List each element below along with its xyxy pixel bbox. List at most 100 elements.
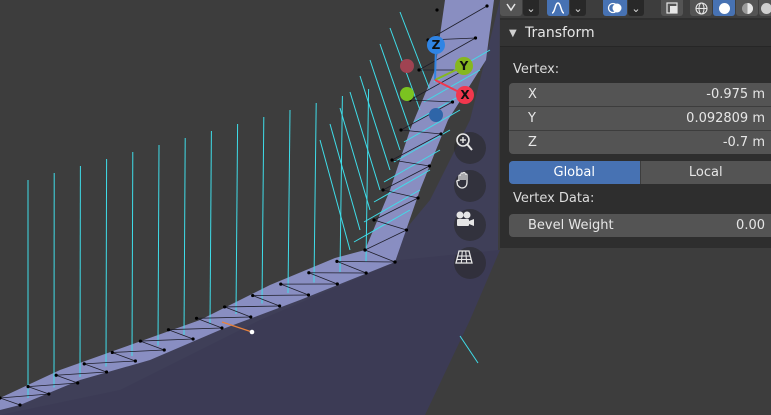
vertex-x-field[interactable]: X -0.975 m <box>509 83 771 106</box>
mesh-vertex <box>335 282 339 286</box>
mesh-vertex <box>133 359 137 363</box>
proportional-dropdown[interactable]: ⌄ <box>570 0 586 16</box>
mesh-vertex <box>364 271 368 275</box>
mesh-vertex <box>54 373 58 377</box>
transform-panel-header[interactable]: ▼ Transform <box>500 20 771 47</box>
field-label: Z <box>528 135 537 150</box>
normal-line <box>365 88 370 262</box>
field-label: Y <box>528 111 536 126</box>
normal-line <box>105 158 108 367</box>
zoom-icon <box>456 133 473 151</box>
mesh-vertex <box>18 403 22 407</box>
mesh-vertex <box>223 305 227 309</box>
rendered-shading-button[interactable] <box>759 0 771 16</box>
mesh-vertex <box>279 282 283 286</box>
field-value: -0.7 m <box>722 135 765 150</box>
chevron-down-icon: ⌄ <box>526 1 536 15</box>
normal-line <box>157 144 160 346</box>
camera-icon <box>456 211 474 226</box>
normal-line <box>339 107 371 211</box>
chevron-down-icon: ⌄ <box>631 1 641 15</box>
vertex-y-field[interactable]: Y 0.092809 m <box>509 107 771 130</box>
mesh-vertex <box>162 348 166 352</box>
active-vertex <box>249 329 255 335</box>
axis-neg-z-ball[interactable] <box>429 108 443 122</box>
axis-z-ball[interactable]: Z <box>427 36 445 54</box>
panel-title: Transform <box>525 25 595 41</box>
local-toggle[interactable]: Local <box>639 161 771 184</box>
mesh-vertex <box>417 68 421 72</box>
normal-line <box>339 95 343 273</box>
mesh-vertex <box>439 132 443 136</box>
vertex-label: Vertex: <box>513 62 560 77</box>
space-toggle: Global Local <box>509 161 771 184</box>
solid-shading-button[interactable] <box>713 0 735 16</box>
field-label: X <box>528 87 537 102</box>
solid-sphere-icon <box>718 2 730 14</box>
axis-neg-x-ball[interactable] <box>400 59 414 73</box>
mesh-vertex <box>450 100 455 104</box>
mesh-vertex <box>363 248 367 252</box>
normal-line <box>369 59 401 151</box>
mesh-vertex <box>427 164 432 168</box>
mesh-vertex <box>251 293 255 298</box>
rendered-sphere-icon <box>761 2 771 14</box>
mesh-vertex <box>110 350 114 355</box>
mesh-vertex <box>435 8 439 12</box>
mesh-vertex <box>473 36 478 40</box>
axis-x-ball[interactable]: X <box>456 86 474 104</box>
material-sphere-icon <box>741 2 753 14</box>
normal-line <box>313 102 317 283</box>
field-label: Bevel Weight <box>528 218 614 233</box>
axis-y-ball[interactable]: Y <box>455 57 473 75</box>
camera-button[interactable] <box>454 209 486 241</box>
vertex-data-label: Vertex Data: <box>513 191 595 206</box>
snap-toggle-button[interactable] <box>500 0 522 16</box>
normal-line <box>209 130 212 325</box>
mesh-vertex <box>138 339 142 343</box>
mesh-edge <box>252 294 309 296</box>
mesh-vertex <box>249 315 253 319</box>
xray-icon <box>666 2 678 14</box>
mesh-vertex <box>307 271 311 275</box>
zoom-button[interactable] <box>454 132 486 164</box>
mesh-vertex <box>381 188 385 192</box>
normal-line <box>287 109 291 294</box>
overlays-dropdown[interactable]: ⌄ <box>628 0 644 16</box>
mesh-vertex <box>335 259 339 263</box>
normal-line <box>183 137 186 336</box>
mesh-vertex <box>390 158 394 162</box>
normal-line <box>131 151 134 357</box>
normal-line <box>399 11 431 91</box>
axis-neg-y-ball[interactable] <box>400 87 414 101</box>
perspective-button[interactable] <box>454 247 486 279</box>
snap-dropdown[interactable]: ⌄ <box>523 0 539 16</box>
bevel-weight-field[interactable]: Bevel Weight 0.00 <box>509 214 771 237</box>
axis-y-label: Y <box>459 59 469 73</box>
mesh-vertex <box>194 316 199 320</box>
proportional-edit-button[interactable] <box>547 0 569 16</box>
field-value: 0.092809 m <box>686 111 765 126</box>
material-shading-button[interactable] <box>736 0 758 16</box>
mesh-vertex <box>76 381 80 385</box>
pan-hand-icon <box>456 171 468 189</box>
field-value: 0.00 <box>736 218 765 233</box>
mesh-vertex <box>47 392 51 396</box>
vertex-z-field[interactable]: Z -0.7 m <box>509 131 771 154</box>
mesh-vertex <box>485 4 489 8</box>
xray-button[interactable] <box>661 0 683 16</box>
wireframe-shading-button[interactable] <box>690 0 712 16</box>
sidebar-transform-panel: ▼ Transform Vertex: X -0.975 m Y 0.09280… <box>500 18 771 248</box>
field-value: -0.975 m <box>706 87 765 102</box>
mesh-vertex <box>372 218 376 222</box>
mesh-vertex <box>416 196 420 200</box>
pan-button[interactable] <box>454 170 486 202</box>
global-toggle[interactable]: Global <box>509 161 640 184</box>
overlay-circles-icon <box>607 2 622 14</box>
mesh-vertex <box>104 370 109 374</box>
perspective-grid-icon <box>455 250 473 264</box>
overlays-button[interactable] <box>603 0 627 16</box>
mesh-vertex <box>393 260 397 264</box>
normal-line <box>235 123 239 315</box>
wireframe-sphere-icon <box>694 1 708 15</box>
